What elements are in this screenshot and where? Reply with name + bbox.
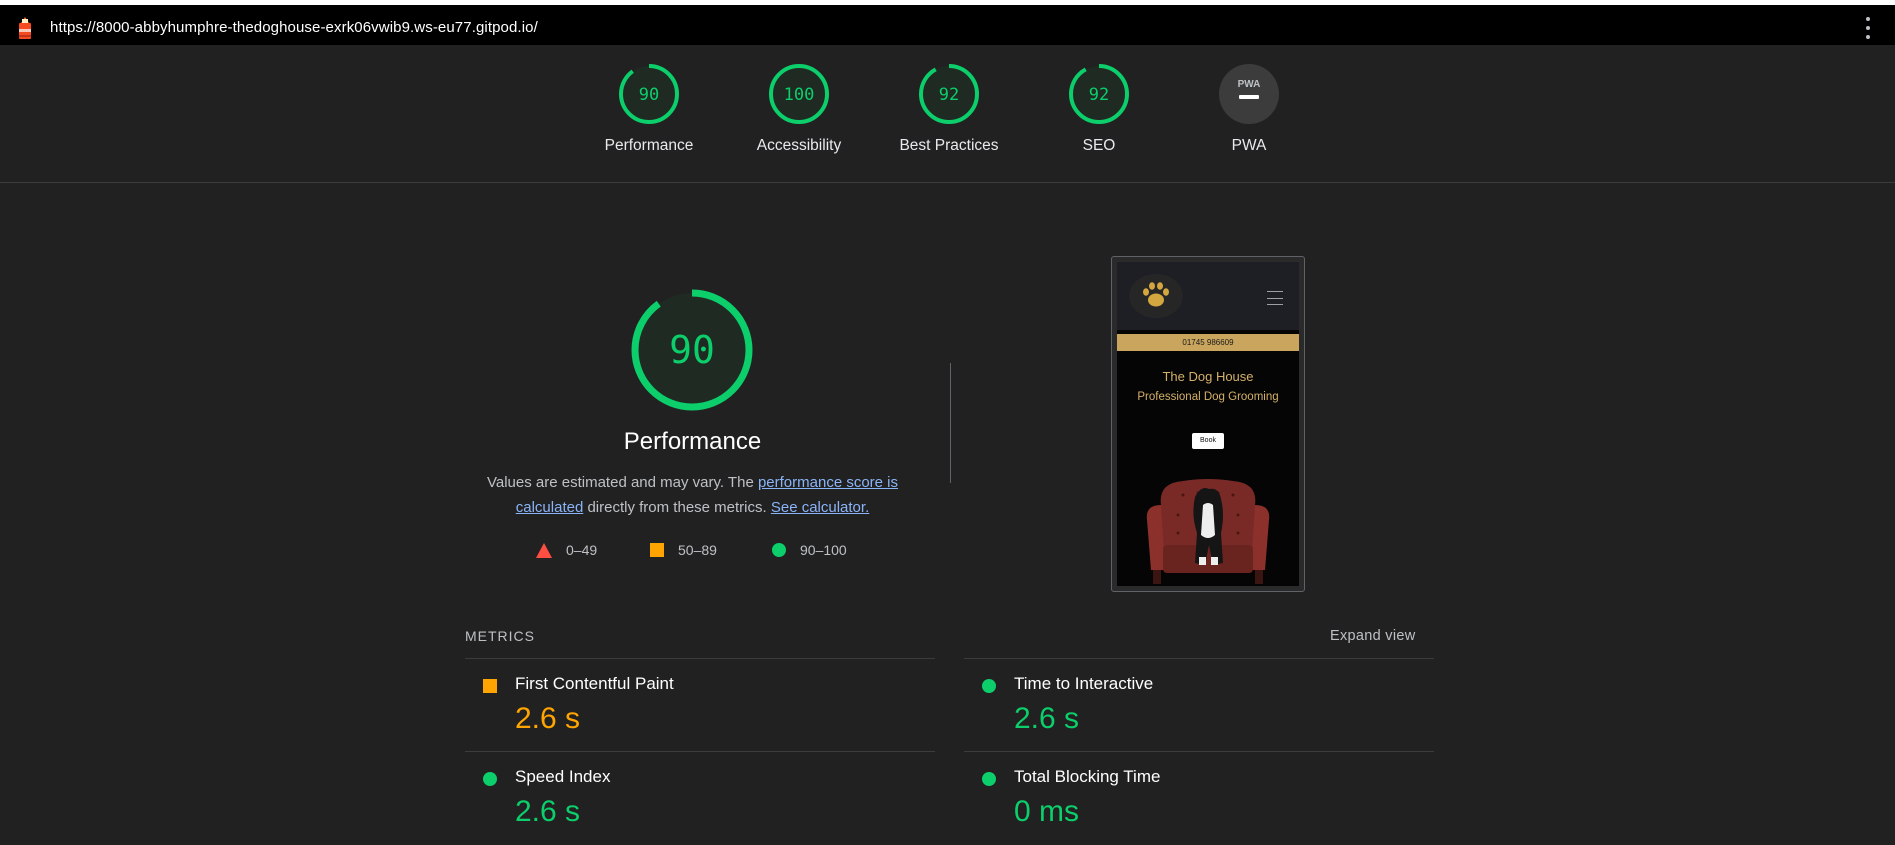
pass-circle-icon — [483, 772, 497, 786]
seo-gauge-icon: 92 — [1069, 64, 1129, 124]
accessibility-label: Accessibility — [756, 137, 842, 154]
accessibility-gauge-icon: 100 — [769, 64, 829, 124]
legend-pass: 90–100 — [772, 542, 847, 558]
description-text-1: Values are estimated and may vary. The — [486, 474, 758, 491]
performance-big-score: 90 — [669, 328, 715, 372]
expand-view-toggle[interactable]: Expand view — [1330, 628, 1416, 644]
pwa-badge-icon: PWA — [1219, 64, 1279, 124]
site-phone-banner: 01745 986609 — [1117, 334, 1299, 351]
metric-speed-index: Speed Index 2.6 s — [465, 753, 935, 845]
legend-fail-range: 0–49 — [566, 542, 598, 558]
performance-score: 90 — [639, 85, 659, 105]
performance-label: Performance — [604, 137, 694, 154]
dog-on-chair-image — [1146, 479, 1270, 584]
pwa-dash — [1239, 95, 1259, 99]
pass-circle-icon — [772, 543, 786, 557]
metric-value: 2.6 s — [515, 702, 581, 735]
best-practices-label: Best Practices — [899, 137, 999, 154]
site-subtitle: Professional Dog Grooming — [1137, 391, 1279, 403]
pwa-badge-text: PWA — [1238, 79, 1261, 90]
pass-circle-icon — [982, 679, 996, 693]
screenshot-content: 01745 986609 The Dog House Professional … — [1117, 262, 1299, 586]
legend-fail: 0–49 — [536, 542, 597, 558]
metric-name: Total Blocking Time — [1014, 767, 1161, 786]
hamburger-menu-icon — [1267, 291, 1283, 305]
metric-value: 0 ms — [1014, 795, 1080, 828]
best-practices-score: 92 — [939, 85, 959, 105]
metric-value: 2.6 s — [1014, 702, 1080, 735]
metrics-heading: METRICS — [465, 628, 535, 644]
gauge-pwa[interactable]: PWA PWA — [1189, 63, 1309, 155]
metrics-divider-right-top — [964, 658, 1434, 659]
metric-time-to-interactive: Time to Interactive 2.6 s — [964, 660, 1434, 752]
url-bar: https://8000-abbyhumphre-thedoghouse-exr… — [0, 5, 1895, 45]
more-options-icon[interactable] — [1860, 17, 1876, 39]
seo-score: 92 — [1089, 85, 1109, 105]
metric-first-contentful-paint: First Contentful Paint 2.6 s — [465, 660, 935, 752]
paw-icon — [1143, 282, 1169, 307]
see-calculator-link[interactable]: See calculator. — [771, 499, 869, 516]
average-square-icon — [483, 679, 497, 693]
performance-gauge-icon: 90 — [619, 64, 679, 124]
final-screenshot[interactable]: 01745 986609 The Dog House Professional … — [1111, 256, 1305, 592]
metric-value: 2.6 s — [515, 795, 581, 828]
best-practices-gauge-icon: 92 — [919, 64, 979, 124]
pwa-label: PWA — [1231, 137, 1267, 154]
site-navbar — [1117, 262, 1299, 330]
gauge-best-practices[interactable]: 92 Best Practices — [889, 63, 1009, 155]
section-divider — [950, 363, 951, 483]
score-summary: 90 Performance 100 Accessibility 92 Best… — [0, 45, 1895, 183]
performance-description: Values are estimated and may vary. The p… — [470, 470, 915, 520]
pass-circle-icon — [982, 772, 996, 786]
dog-house-logo — [1129, 274, 1183, 318]
report-url[interactable]: https://8000-abbyhumphre-thedoghouse-exr… — [50, 19, 538, 36]
legend-average-range: 50–89 — [678, 542, 717, 558]
metric-name: First Contentful Paint — [515, 674, 674, 693]
lighthouse-logo-icon — [19, 17, 31, 39]
site-title: The Dog House — [1162, 369, 1254, 384]
accessibility-score: 100 — [784, 85, 815, 105]
metric-total-blocking-time: Total Blocking Time 0 ms — [964, 753, 1434, 845]
seo-label: SEO — [1082, 137, 1116, 154]
gauge-accessibility[interactable]: 100 Accessibility — [739, 63, 859, 155]
metric-name: Speed Index — [515, 767, 611, 786]
metric-name: Time to Interactive — [1014, 674, 1154, 693]
average-square-icon — [650, 543, 664, 557]
legend-pass-range: 90–100 — [800, 542, 847, 558]
gauge-seo[interactable]: 92 SEO — [1039, 63, 1159, 155]
description-text-2: directly from these metrics. — [583, 499, 771, 516]
metrics-divider-left-top — [465, 658, 935, 659]
site-book-button: Book — [1192, 433, 1224, 449]
fail-triangle-icon — [536, 542, 552, 558]
performance-heading: Performance — [623, 428, 762, 455]
performance-big-gauge: 90 — [631, 289, 753, 411]
legend-average: 50–89 — [650, 542, 717, 558]
gauge-performance[interactable]: 90 Performance — [589, 63, 709, 155]
